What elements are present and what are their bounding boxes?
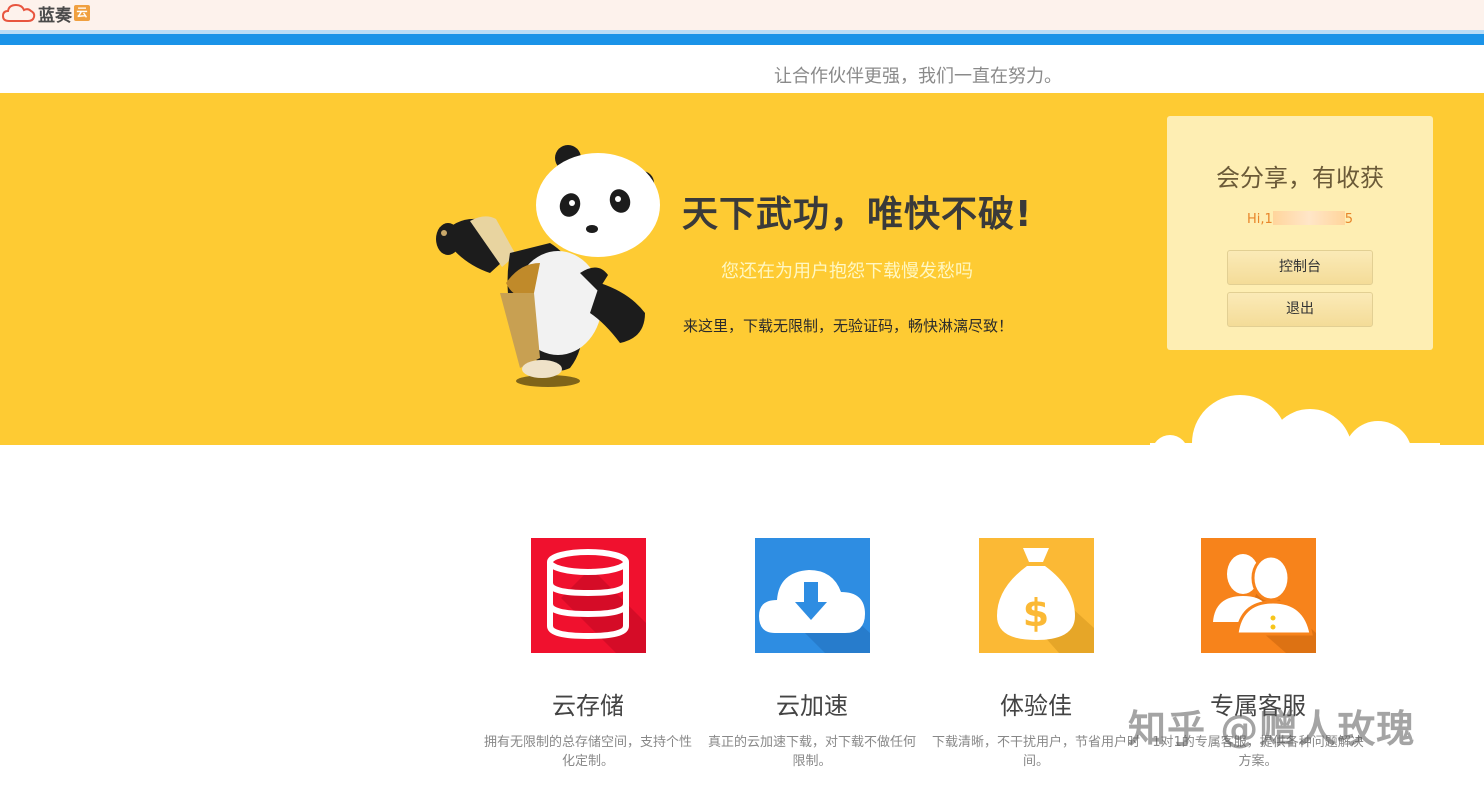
hero-title: 天下武功，唯快不破!	[682, 194, 1033, 235]
user-greeting: Hi,1 5	[1167, 211, 1433, 227]
header-divider	[0, 30, 1484, 45]
users-icon	[1212, 554, 1316, 653]
feature-name: 云存储	[552, 692, 624, 720]
logo-badge: 云	[74, 5, 90, 21]
storage-tile	[530, 538, 646, 653]
acceleration-tile	[754, 538, 870, 653]
svg-text:$: $	[1022, 591, 1048, 635]
hero-subtitle: 您还在为用户抱怨下载慢发愁吗	[721, 261, 973, 282]
console-button[interactable]: 控制台	[1227, 250, 1373, 285]
panel-title: 会分享，有收获	[1216, 164, 1384, 192]
cloud-download-icon	[758, 570, 870, 653]
database-icon	[546, 549, 646, 653]
logo-text: 蓝奏	[38, 5, 72, 26]
feature-experience: $ 体验佳 下载清晰，不干扰用户，节省用户时间。	[926, 538, 1146, 771]
hero-banner: 天下武功，唯快不破! 您还在为用户抱怨下载慢发愁吗 来这里，下载无限制，无验证码…	[0, 93, 1484, 445]
greeting-tail: 5	[1344, 212, 1354, 227]
feature-name: 云加速	[776, 692, 848, 720]
logout-button[interactable]: 退出	[1227, 292, 1373, 327]
top-bar: 蓝奏 云	[0, 0, 1484, 30]
feature-desc: 下载清晰，不干扰用户，节省用户时间。	[931, 735, 1140, 769]
service-tile	[1200, 538, 1316, 653]
logo[interactable]: 蓝奏 云	[2, 2, 90, 26]
slogan: 让合作伙伴更强，我们一直在努力。	[774, 66, 1062, 87]
watermark: 知乎 @赠人玫瑰	[1128, 707, 1416, 751]
feature-name: 体验佳	[1000, 692, 1072, 720]
feature-cloud-storage: 云存储 拥有无限制的总存储空间，支持个性化定制。	[478, 538, 698, 771]
cloud-decoration-icon	[1150, 395, 1440, 445]
user-panel: 会分享，有收获 Hi,1 5 控制台 退出	[1167, 116, 1433, 350]
feature-desc: 真正的云加速下载，对下载不做任何限制。	[707, 735, 916, 769]
feature-desc: 拥有无限制的总存储空间，支持个性化定制。	[483, 735, 692, 769]
greeting-text: Hi,1	[1246, 212, 1273, 227]
experience-tile: $	[978, 538, 1094, 653]
redacted-username	[1272, 211, 1345, 225]
cloud-logo-icon	[2, 3, 36, 22]
kungfu-panda-illustration	[436, 145, 660, 387]
money-bag-icon: $	[996, 548, 1094, 653]
hero-description: 来这里，下载无限制，无验证码，畅快淋漓尽致！	[683, 317, 1014, 335]
feature-cloud-acceleration: 云加速 真正的云加速下载，对下载不做任何限制。	[702, 538, 922, 771]
